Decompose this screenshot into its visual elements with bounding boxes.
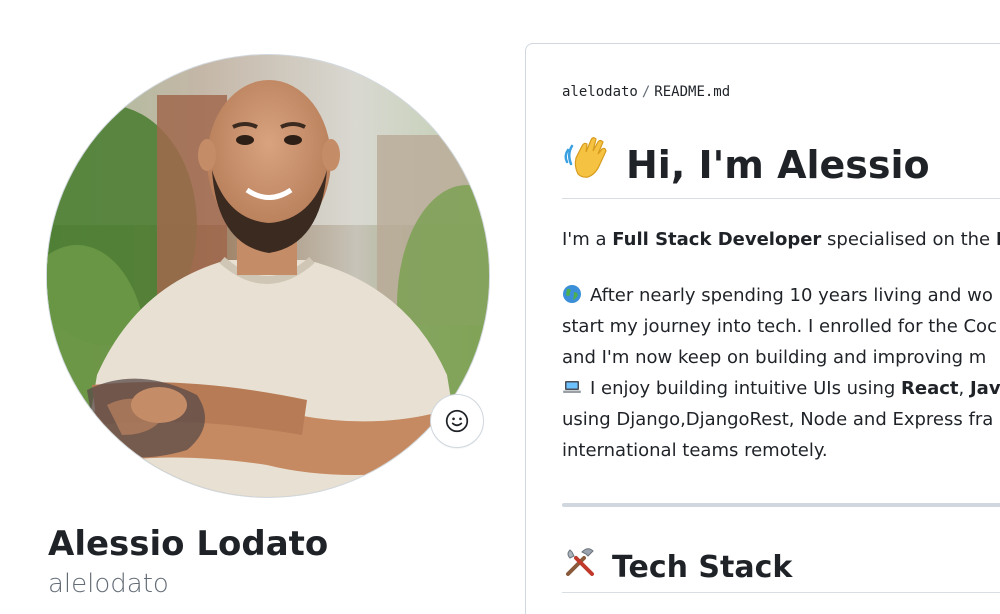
profile-full-name: Alessio Lodato	[48, 524, 329, 564]
bio-paragraph: After nearly spending 10 years living an…	[562, 280, 1000, 466]
waving-hand-icon	[562, 136, 610, 193]
intro-prefix: I'm a	[562, 229, 613, 250]
readme-path: alelodato / README.md	[562, 84, 730, 100]
readme-heading-text: Hi, I'm Alessio	[626, 142, 930, 187]
bio-line-4-prefix: I enjoy building intuitive UIs using	[590, 378, 902, 399]
profile-login: alelodato	[48, 569, 169, 599]
heading-divider	[562, 198, 1000, 199]
profile-page: Alessio Lodato alelodato alelodato / READM…	[0, 0, 1000, 614]
path-separator: /	[641, 84, 651, 100]
readme-body: I'm a Full Stack Developer specialised o…	[562, 224, 1000, 466]
section-divider	[562, 503, 1000, 507]
set-status-button[interactable]	[430, 394, 484, 448]
bio-line-4-react: React	[901, 378, 959, 399]
avatar[interactable]	[47, 55, 489, 497]
intro-paragraph: I'm a Full Stack Developer specialised o…	[562, 224, 1000, 255]
readme-owner-link[interactable]: alelodato	[562, 84, 638, 100]
intro-role: Full Stack Developer	[612, 229, 822, 250]
bio-line-2: start my journey into tech. I enrolled f…	[562, 316, 997, 337]
tech-stack-heading: Tech Stack	[562, 544, 792, 592]
avatar-image	[47, 55, 489, 497]
tools-icon	[562, 544, 598, 592]
bio-line-5: using Django,DjangoRest, Node and Expres…	[562, 409, 994, 430]
readme-card: alelodato / README.md Hi, I'm Alessio I'm …	[525, 43, 1000, 614]
intro-cut: Fr	[996, 229, 1000, 250]
globe-icon	[562, 283, 582, 303]
bio-line-1: After nearly spending 10 years living an…	[590, 285, 993, 306]
bio-line-3: and I'm now keep on building and improvi…	[562, 347, 987, 368]
readme-file-link[interactable]: README.md	[654, 84, 730, 100]
bio-line-6: international teams remotely.	[562, 440, 828, 461]
tech-stack-divider	[562, 592, 1000, 593]
smiley-icon	[445, 409, 469, 433]
laptop-icon	[562, 376, 582, 396]
bio-line-4-js: Jav	[969, 378, 1000, 399]
bio-line-4-sep: ,	[958, 378, 970, 399]
tech-stack-heading-text: Tech Stack	[612, 550, 793, 585]
readme-heading: Hi, I'm Alessio	[562, 136, 930, 193]
intro-middle: specialised on the	[821, 229, 996, 250]
